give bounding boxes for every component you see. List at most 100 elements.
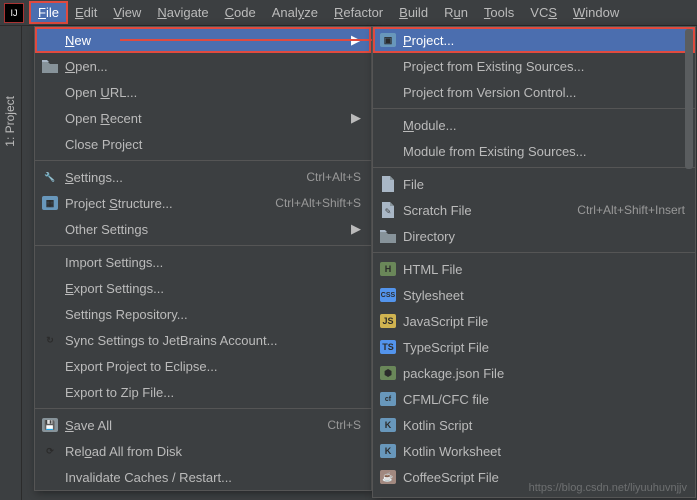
file-menu-item-close-project[interactable]: Close Project (35, 131, 371, 157)
menu-item-label: Open Recent (65, 111, 351, 126)
reload-icon: ⟳ (41, 443, 59, 459)
separator (373, 108, 695, 109)
menu-view[interactable]: View (105, 2, 149, 23)
new-submenu-item-project[interactable]: ▣Project... (373, 27, 695, 53)
new-submenu-item-stylesheet[interactable]: CSSStylesheet (373, 282, 695, 308)
menu-item-label: package.json File (403, 366, 685, 381)
file-menu-dropdown: New▶Open...Open URL...Open Recent▶Close … (34, 26, 372, 491)
new-submenu-item-javascript-file[interactable]: JSJavaScript File (373, 308, 695, 334)
menu-tools[interactable]: Tools (476, 2, 522, 23)
scrollbar-thumb[interactable] (685, 29, 693, 169)
file-menu-item-import-settings[interactable]: Import Settings... (35, 249, 371, 275)
menu-item-label: Project from Existing Sources... (403, 59, 685, 74)
new-submenu-item-cfml-cfc-file[interactable]: cf CFML/CFC file (373, 386, 695, 412)
new-submenu-item-html-file[interactable]: H HTML File (373, 256, 695, 282)
folder-icon (41, 58, 59, 74)
file-menu-item-export-to-zip-file[interactable]: Export to Zip File... (35, 379, 371, 405)
menu-vcs[interactable]: VCS (522, 2, 565, 23)
file-menu-item-invalidate-caches-restart[interactable]: Invalidate Caches / Restart... (35, 464, 371, 490)
tool-window-bar-left: 1: Project (0, 26, 22, 500)
file-menu-item-settings[interactable]: 🔧 Settings... Ctrl+Alt+S (35, 164, 371, 190)
menu-item-label: Sync Settings to JetBrains Account... (65, 333, 361, 348)
css-icon: CSS (379, 287, 397, 303)
menu-item-label: Directory (403, 229, 685, 244)
menu-item-label: TypeScript File (403, 340, 685, 355)
menu-code[interactable]: Code (217, 2, 264, 23)
menu-item-label: CFML/CFC file (403, 392, 685, 407)
new-submenu-item-directory[interactable]: Directory (373, 223, 695, 249)
menu-item-label: Settings... (65, 170, 296, 185)
file-menu-item-open-url[interactable]: Open URL... (35, 79, 371, 105)
coffee-icon: ☕ (379, 469, 397, 485)
new-submenu-item-file[interactable]: File (373, 171, 695, 197)
new-submenu-item-module[interactable]: Module... (373, 112, 695, 138)
menu-item-label: Settings Repository... (65, 307, 361, 322)
menu-build[interactable]: Build (391, 2, 436, 23)
menu-window[interactable]: Window (565, 2, 627, 23)
new-submenu-item-project-from-existing-sources[interactable]: Project from Existing Sources... (373, 53, 695, 79)
file-menu-item-export-project-to-eclipse[interactable]: Export Project to Eclipse... (35, 353, 371, 379)
new-submenu-item-typescript-file[interactable]: TS TypeScript File (373, 334, 695, 360)
file-menu-item-export-settings[interactable]: Export Settings... (35, 275, 371, 301)
menu-item-label: Invalidate Caches / Restart... (65, 470, 361, 485)
scrollbar[interactable] (685, 29, 693, 495)
new-submenu-item-module-from-existing-sources[interactable]: Module from Existing Sources... (373, 138, 695, 164)
new-submenu-item-scratch-file[interactable]: ✎ Scratch File Ctrl+Alt+Shift+Insert (373, 197, 695, 223)
file-menu-item-save-all[interactable]: 💾Save AllCtrl+S (35, 412, 371, 438)
new-submenu-item-kotlin-script[interactable]: KKotlin Script (373, 412, 695, 438)
file-menu-item-open-recent[interactable]: Open Recent▶ (35, 105, 371, 131)
shortcut: Ctrl+Alt+S (306, 170, 361, 184)
submenu-arrow-icon: ▶ (351, 221, 361, 237)
node-icon: ⬢ (379, 365, 397, 381)
ts-icon: TS (379, 339, 397, 355)
menu-analyze[interactable]: Analyze (264, 2, 326, 23)
file-menu-item-other-settings[interactable]: Other Settings▶ (35, 216, 371, 242)
menu-item-label: HTML File (403, 262, 685, 277)
new-submenu-item-project-from-version-control[interactable]: Project from Version Control... (373, 79, 695, 105)
menu-item-label: Close Project (65, 137, 361, 152)
app-icon: IJ (4, 3, 24, 23)
new-submenu-item-kotlin-worksheet[interactable]: KKotlin Worksheet (373, 438, 695, 464)
file-menu-item-open[interactable]: Open... (35, 53, 371, 79)
menu-item-label: Scratch File (403, 203, 567, 218)
html-icon: H (379, 261, 397, 277)
shortcut: Ctrl+Alt+Shift+Insert (577, 203, 685, 217)
menu-item-label: Reload All from Disk (65, 444, 361, 459)
menu-edit[interactable]: Edit (67, 2, 105, 23)
shortcut: Ctrl+Alt+Shift+S (275, 196, 361, 210)
file-menu-item-reload-all-from-disk[interactable]: ⟳ Reload All from Disk (35, 438, 371, 464)
menu-item-label: Project Structure... (65, 196, 265, 211)
file-menu-item-settings-repository[interactable]: Settings Repository... (35, 301, 371, 327)
separator (35, 160, 371, 161)
cfml-icon: cf (379, 391, 397, 407)
menu-item-label: Import Settings... (65, 255, 361, 270)
submenu-arrow-icon: ▶ (351, 110, 361, 126)
file-icon (379, 176, 397, 192)
new-submenu: ▣Project... Project from Existing Sources… (372, 26, 696, 498)
menu-run[interactable]: Run (436, 2, 476, 23)
menu-item-label: Export Project to Eclipse... (65, 359, 361, 374)
save-icon: 💾 (41, 417, 59, 433)
menu-item-label: Kotlin Script (403, 418, 685, 433)
menu-item-label: Open URL... (65, 85, 361, 100)
wrench-icon: 🔧 (41, 169, 59, 185)
menu-item-label: Open... (65, 59, 361, 74)
file-menu-item-project-structure[interactable]: ▦ Project Structure... Ctrl+Alt+Shift+S (35, 190, 371, 216)
menu-navigate[interactable]: Navigate (149, 2, 216, 23)
separator (373, 252, 695, 253)
scratch-icon: ✎ (379, 202, 397, 218)
menu-file[interactable]: File (30, 2, 67, 23)
file-menu-item-sync-settings-to-jetbrains-account[interactable]: ↻ Sync Settings to JetBrains Account... (35, 327, 371, 353)
new-submenu-item-package-json-file[interactable]: ⬢ package.json File (373, 360, 695, 386)
separator (35, 245, 371, 246)
menu-item-label: Export to Zip File... (65, 385, 361, 400)
menu-item-label: Module... (403, 118, 685, 133)
menu-refactor[interactable]: Refactor (326, 2, 391, 23)
js-icon: JS (379, 313, 397, 329)
menu-item-label: File (403, 177, 685, 192)
project-tool-tab[interactable]: 1: Project (3, 96, 17, 147)
menu-item-label: Project... (403, 33, 685, 48)
structure-icon: ▦ (41, 195, 59, 211)
sync-icon: ↻ (41, 332, 59, 348)
menu-item-label: Other Settings (65, 222, 351, 237)
